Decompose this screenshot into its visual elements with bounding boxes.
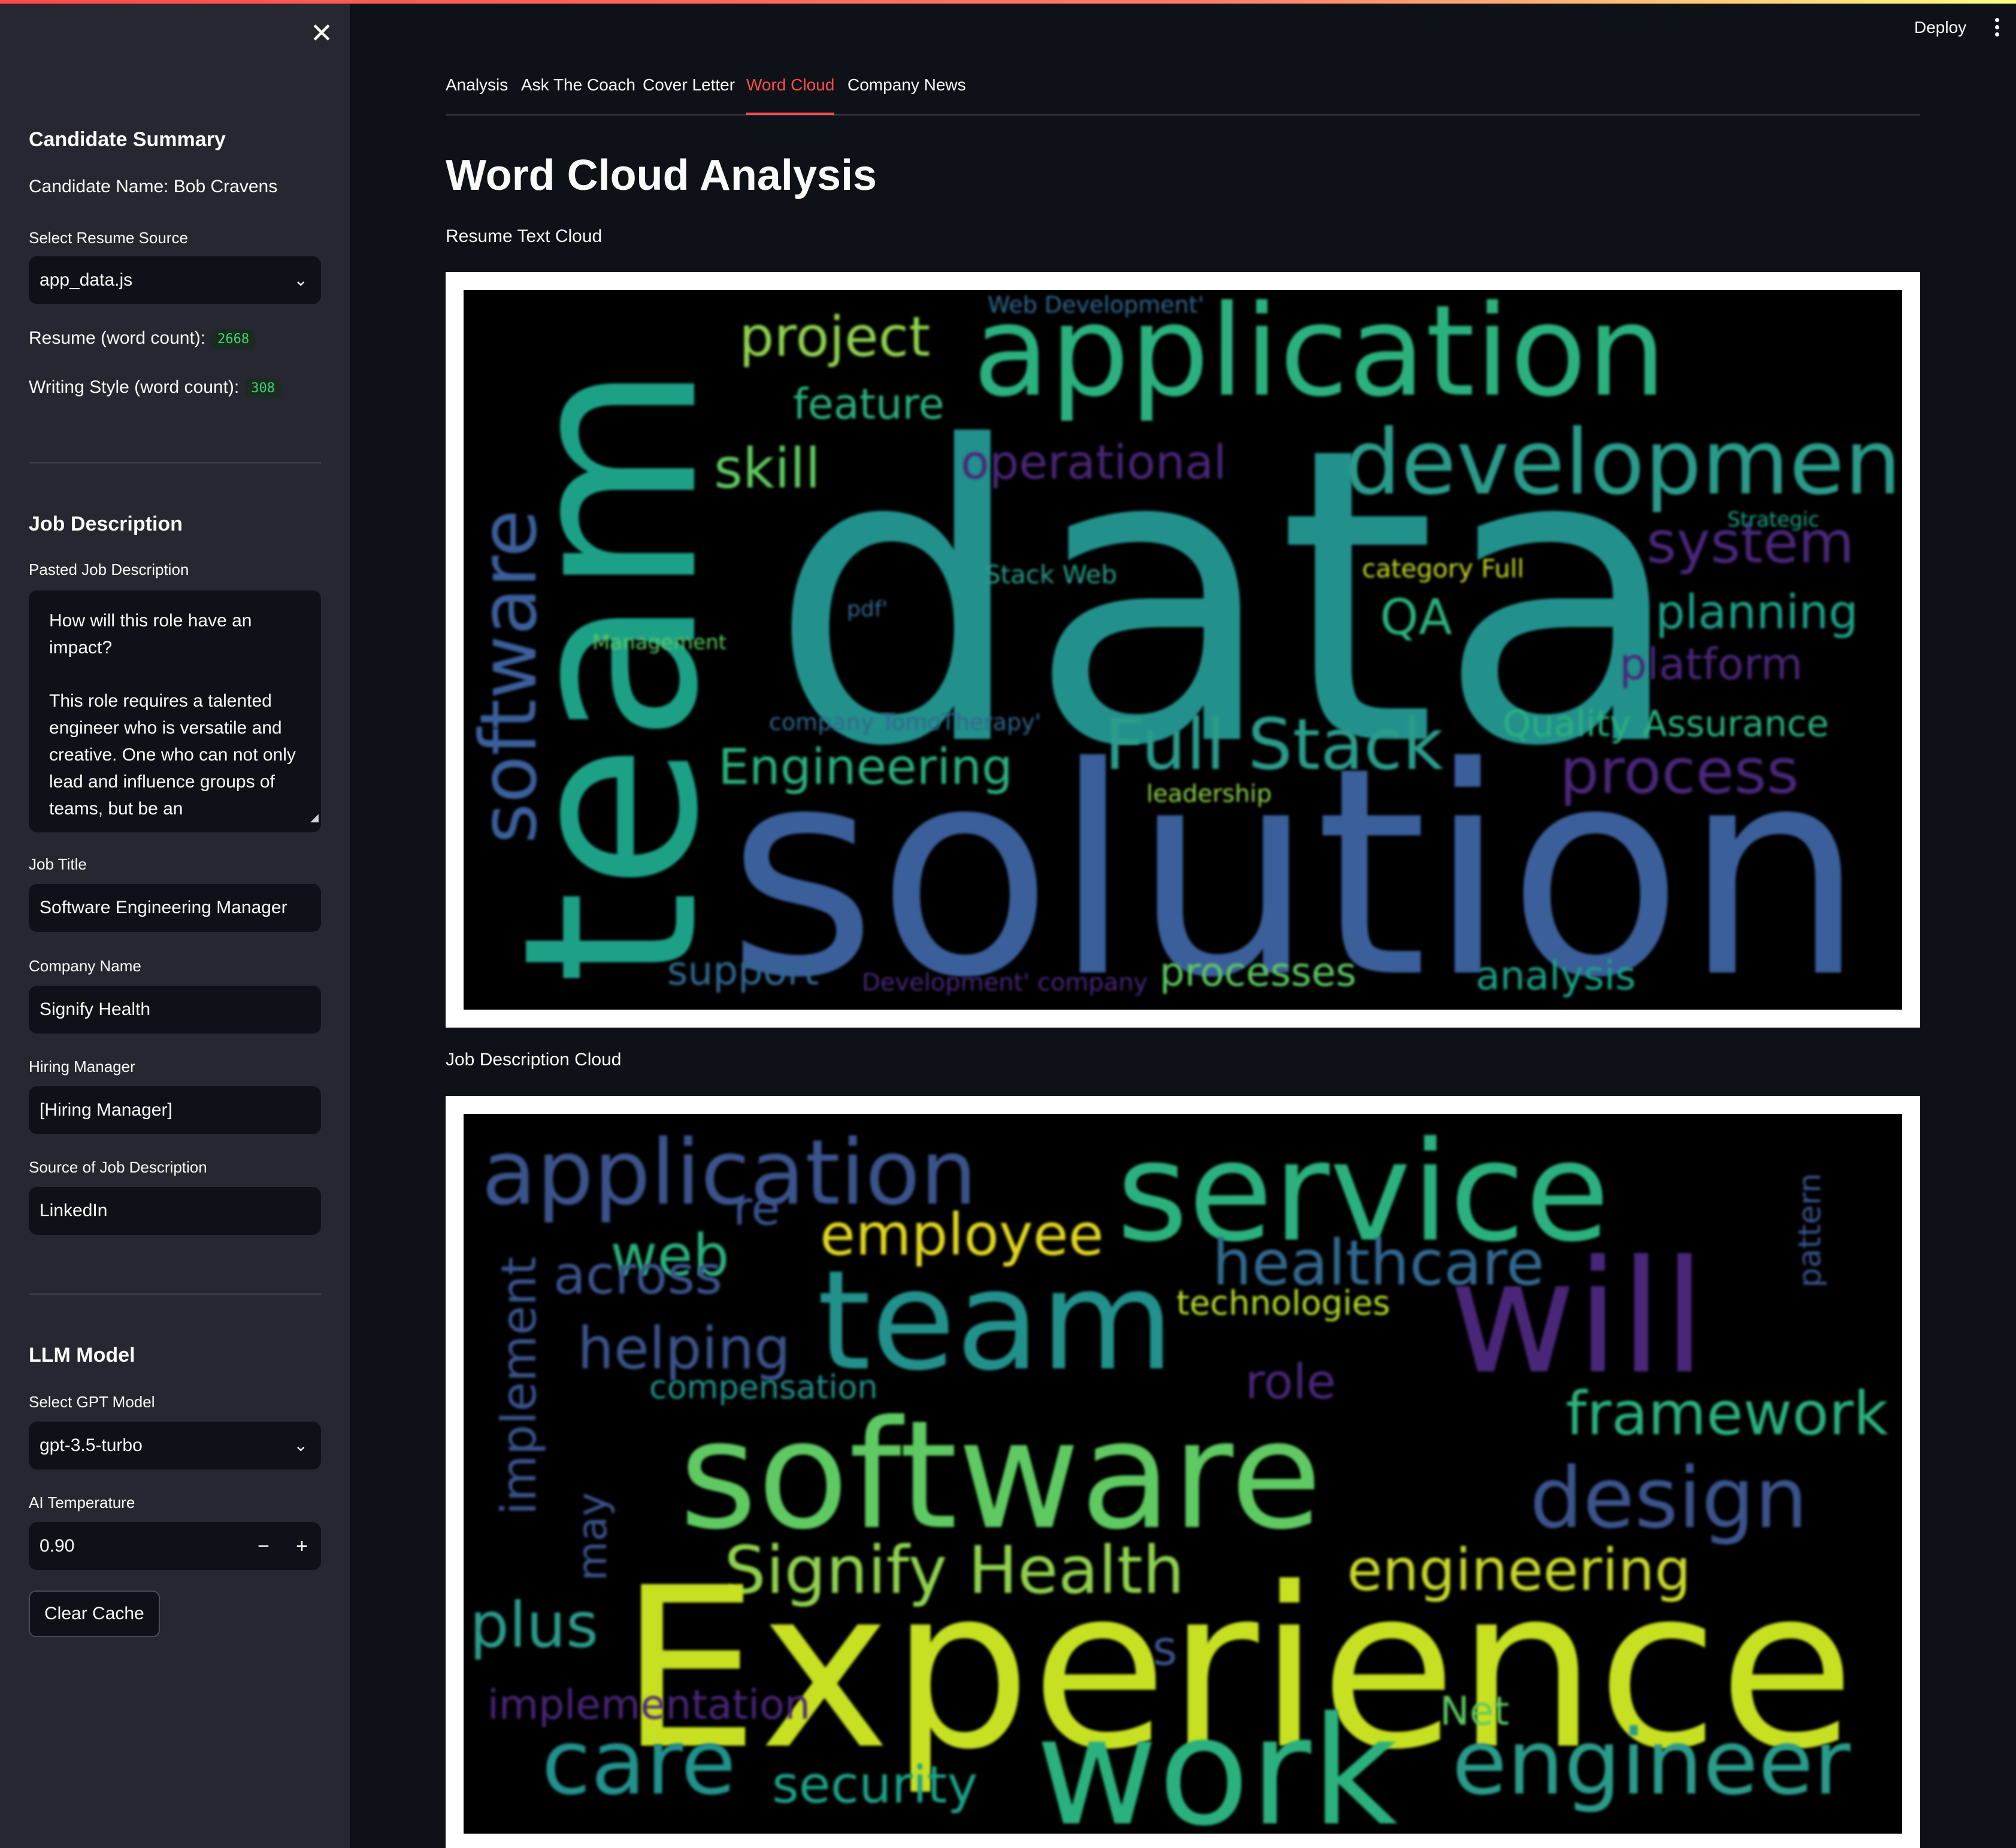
job-description-heading: Job Description xyxy=(29,513,183,535)
cloud-word: leadership xyxy=(1146,780,1272,808)
cloud-word: development xyxy=(1344,411,1902,515)
tab-analysis[interactable]: Analysis xyxy=(446,75,508,112)
deploy-button[interactable]: Deploy xyxy=(1914,18,1966,37)
cloud-word: project xyxy=(739,305,930,369)
gpt-model-label: Select GPT Model xyxy=(29,1393,155,1411)
llm-model-heading: LLM Model xyxy=(29,1344,135,1367)
cloud-word: QA xyxy=(1380,589,1452,646)
cloud-word: security xyxy=(772,1755,977,1815)
resume-word-cloud-image: data solution team application developme… xyxy=(464,290,1902,1010)
resume-source-value: app_data.js xyxy=(40,270,133,290)
cloud-word: platform xyxy=(1620,639,1803,689)
top-progress-line xyxy=(0,0,2016,4)
resume-word-count: Resume (word count): 2668 xyxy=(29,328,256,349)
writing-style-word-count: Writing Style (word count): 308 xyxy=(29,377,281,398)
resize-handle-icon[interactable]: ◢ xyxy=(310,804,319,831)
cloud-word: design xyxy=(1530,1450,1808,1547)
pasted-job-description-label: Pasted Job Description xyxy=(29,561,189,578)
tab-ask-the-coach[interactable]: Ask The Coach xyxy=(521,75,635,112)
divider xyxy=(29,462,321,463)
pasted-text-paragraph-1: How will this role have an impact? xyxy=(49,611,252,658)
cloud-word: Management xyxy=(592,631,727,655)
resume-word-cloud: data solution team application developme… xyxy=(464,290,1902,1010)
cloud-word: Stack Web xyxy=(985,560,1117,589)
cloud-word: processes xyxy=(1160,949,1357,995)
chevron-down-icon: ⌄ xyxy=(293,271,308,289)
resume-word-cloud-frame: data solution team application developme… xyxy=(446,272,1920,1028)
writing-style-count-badge: 308 xyxy=(245,378,281,398)
cloud-word: may xyxy=(569,1492,616,1581)
resume-word-count-badge: 2668 xyxy=(211,329,256,349)
company-name-label: Company Name xyxy=(29,957,141,975)
divider xyxy=(29,1293,321,1295)
pasted-job-description-textarea[interactable]: How will this role have an impact? This … xyxy=(29,590,321,832)
cloud-word: feature xyxy=(793,380,945,429)
resume-word-count-label: Resume (word count): xyxy=(29,328,206,348)
tab-word-cloud[interactable]: Word Cloud xyxy=(746,75,835,115)
pasted-text-paragraph-2: This role requires a talented engineer w… xyxy=(49,691,296,819)
cloud-word: across xyxy=(553,1244,722,1306)
cloud-word: plus xyxy=(470,1589,598,1662)
main-menu-icon[interactable] xyxy=(1990,16,2004,42)
cloud-word: framework xyxy=(1566,1379,1888,1449)
tab-company-news[interactable]: Company News xyxy=(847,75,966,112)
clear-cache-button[interactable]: Clear Cache xyxy=(29,1591,160,1637)
tab-cover-letter[interactable]: Cover Letter xyxy=(643,75,735,112)
ai-temperature-label: AI Temperature xyxy=(29,1493,135,1511)
company-name-input[interactable]: Signify Health xyxy=(29,986,321,1034)
cloud-word: skill xyxy=(714,437,821,501)
ai-temperature-value: 0.90 xyxy=(40,1536,75,1556)
hiring-manager-label: Hiring Manager xyxy=(29,1058,135,1076)
job-title-input[interactable]: Software Engineering Manager xyxy=(29,884,321,932)
candidate-summary-heading: Candidate Summary xyxy=(29,128,226,151)
cloud-word: pdf' xyxy=(847,597,888,622)
chevron-down-icon: ⌄ xyxy=(293,1436,308,1455)
cloud-word: Engineering xyxy=(718,739,1013,796)
job-source-input[interactable]: LinkedIn xyxy=(29,1187,321,1235)
cloud-word: technologies xyxy=(1176,1284,1390,1323)
cloud-word: Full Stack xyxy=(1104,703,1443,786)
job-word-cloud-frame: application service re employee web acro… xyxy=(446,1096,1920,1848)
resume-source-select[interactable]: app_data.js ⌄ xyxy=(29,256,321,304)
cloud-word: operational xyxy=(961,436,1227,490)
job-title-label: Job Title xyxy=(29,855,87,873)
cloud-word: pattern xyxy=(1792,1173,1828,1287)
writing-style-label: Writing Style (word count): xyxy=(29,377,240,397)
gpt-model-value: gpt-3.5-turbo xyxy=(40,1435,143,1455)
close-sidebar-icon[interactable]: ✕ xyxy=(307,18,337,48)
job-word-cloud-image: application service re employee web acro… xyxy=(470,1114,1888,1834)
hiring-manager-input[interactable]: [Hiring Manager] xyxy=(29,1086,321,1134)
cloud-word: Web Development' xyxy=(988,292,1204,318)
job-cloud-caption: Job Description Cloud xyxy=(446,1050,622,1070)
cloud-word: support xyxy=(667,948,819,994)
job-word-cloud: application service re employee web acro… xyxy=(464,1114,1902,1834)
cloud-word: planning xyxy=(1655,586,1858,640)
decrement-button[interactable]: − xyxy=(244,1522,283,1570)
cloud-word: Development' company xyxy=(862,969,1148,996)
sidebar: ✕ Candidate Summary Candidate Name: Bob … xyxy=(0,0,350,1848)
cloud-word: care xyxy=(541,1711,736,1815)
candidate-name: Candidate Name: Bob Cravens xyxy=(29,177,278,196)
job-source-label: Source of Job Description xyxy=(29,1158,207,1176)
increment-button[interactable]: + xyxy=(283,1522,321,1570)
cloud-word: engineer xyxy=(1452,1711,1851,1815)
cloud-word: analysis xyxy=(1476,953,1636,999)
cloud-word: work xyxy=(1036,1685,1398,1834)
cloud-word: implement xyxy=(491,1256,547,1515)
cloud-word: Strategic xyxy=(1727,508,1820,532)
cloud-word: company TomoTherapy' xyxy=(769,709,1041,735)
gpt-model-select[interactable]: gpt-3.5-turbo ⌄ xyxy=(29,1422,321,1470)
resume-cloud-caption: Resume Text Cloud xyxy=(446,226,603,246)
cloud-word: software xyxy=(464,510,554,844)
cloud-word: category Full xyxy=(1362,554,1524,583)
cloud-word: s xyxy=(1152,1620,1177,1676)
resume-source-label: Select Resume Source xyxy=(29,229,188,247)
ai-temperature-stepper[interactable]: 0.90 − + xyxy=(29,1522,321,1570)
page-title: Word Cloud Analysis xyxy=(446,152,877,199)
cloud-word: re xyxy=(733,1182,780,1236)
tab-bar: Analysis Ask The Coach Cover Letter Word… xyxy=(446,75,1920,116)
cloud-word: process xyxy=(1560,735,1799,808)
